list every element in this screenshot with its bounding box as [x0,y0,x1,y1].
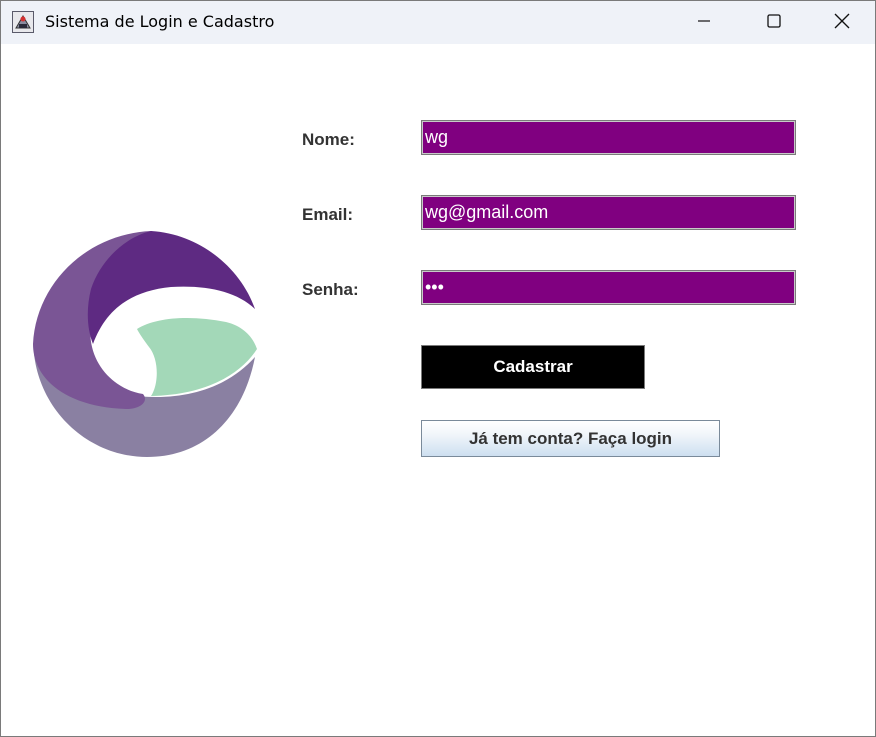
go-to-login-button[interactable]: Já tem conta? Faça login [421,420,720,457]
java-app-icon [12,11,34,33]
cadastrar-button-label: Cadastrar [493,357,573,376]
close-icon [833,12,851,34]
nome-label: Nome: [302,130,355,149]
window-title: Sistema de Login e Cadastro [45,12,275,31]
close-button[interactable] [807,1,875,44]
nome-input[interactable]: wg [421,120,796,155]
cadastrar-button[interactable]: Cadastrar [421,345,645,389]
application-window: Sistema de Login e Cadastro Nome: wg Ema… [0,0,876,737]
logo-image [31,229,257,459]
password-input[interactable]: ••• [421,270,796,305]
go-to-login-button-label: Já tem conta? Faça login [468,428,673,448]
email-input[interactable]: wg@gmail.com [421,195,796,230]
senha-label: Senha: [302,280,359,299]
maximize-button[interactable] [739,1,809,44]
title-bar[interactable]: Sistema de Login e Cadastro [1,1,875,44]
maximize-icon [766,13,782,33]
email-label: Email: [302,205,354,224]
minimize-icon [696,13,712,33]
minimize-button[interactable] [669,1,739,44]
